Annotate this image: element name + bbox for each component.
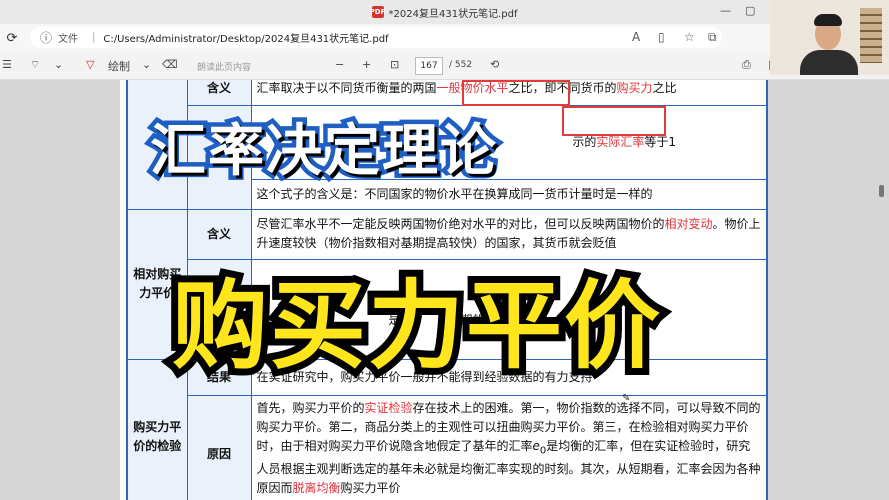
page-number-input[interactable]: 167 bbox=[415, 57, 443, 75]
pen-cursor-icon: ✎ bbox=[622, 393, 631, 404]
eraser-icon[interactable]: ⌫ bbox=[162, 58, 178, 71]
zoom-in-icon[interactable]: + bbox=[362, 58, 371, 71]
window-title: *2024复旦431状元笔记.pdf bbox=[388, 8, 518, 20]
rotate-icon[interactable]: ⟲ bbox=[490, 58, 499, 71]
read-aloud-placeholder: 朗读此页内容 bbox=[197, 63, 252, 73]
content-text: 购买力平价 bbox=[340, 480, 401, 495]
url-field[interactable]: ⓘ 文件 | C:/Users/Administrator/Desktop/20… bbox=[30, 27, 722, 48]
chevron-down-icon[interactable]: ⌄ bbox=[142, 58, 151, 71]
contents-icon[interactable]: ☰ bbox=[2, 58, 12, 71]
window-titlebar: PDF *2024复旦431状元笔记.pdf — ▢ bbox=[0, 0, 889, 24]
page-total: / 552 bbox=[449, 60, 473, 70]
content-text: e bbox=[532, 438, 540, 453]
minimize-icon[interactable]: — bbox=[720, 4, 731, 17]
content-text: 等于1 bbox=[644, 134, 676, 149]
split-screen-icon[interactable]: ▯ bbox=[658, 30, 665, 44]
print-icon[interactable]: ⎙ bbox=[742, 58, 751, 72]
favorite-star-icon[interactable]: ☆ bbox=[684, 30, 695, 44]
collections-icon[interactable]: ⧉ bbox=[708, 30, 717, 45]
bookshelf bbox=[860, 8, 882, 63]
fit-page-icon[interactable]: ⊡ bbox=[390, 58, 399, 71]
annotation-box bbox=[462, 80, 570, 106]
highlight-text: 购买力 bbox=[616, 80, 653, 95]
address-bar: ⟳ ⓘ 文件 | C:/Users/Administrator/Desktop/… bbox=[0, 24, 889, 52]
overlay-title-top: 汇率决定理论 bbox=[146, 115, 501, 189]
refresh-icon[interactable]: ⟳ bbox=[0, 31, 24, 46]
content-cell: 首先，购买力平价的实证检验存在技术上的困难。第一，物价指数的选择不同，可以导致不… bbox=[250, 394, 768, 500]
highlight-icon[interactable]: ⌔ bbox=[30, 58, 40, 72]
sub-header-cell: 含义 bbox=[186, 80, 252, 106]
draw-pen-icon[interactable]: ▽ bbox=[86, 58, 94, 71]
content-text: 之比 bbox=[652, 80, 677, 95]
webcam-overlay bbox=[770, 0, 889, 75]
url-path: C:/Users/Administrator/Desktop/2024复旦431… bbox=[103, 34, 389, 45]
sub-header-cell: 原因 bbox=[186, 394, 252, 500]
info-icon[interactable]: ⓘ bbox=[40, 29, 52, 46]
table-row: 含义 汇率取决于以不同货币衡量的两国一般物价水平之比，即不同货币的购买力之比 bbox=[126, 80, 768, 210]
content-text: 首先，购买力平价的 bbox=[256, 400, 365, 415]
highlight-text: 实际汇率 bbox=[596, 134, 645, 149]
zoom-out-icon[interactable]: − bbox=[335, 58, 344, 71]
highlight-text: 实证检验 bbox=[364, 400, 413, 415]
highlight-text: 相对变动 bbox=[664, 217, 713, 231]
pdf-toolbar: ☰ ⌔ ⌄ ▽ 绘制 ⌄ ⌫ 朗读此页内容 − + ⊡ 167 / 552 ⟲ … bbox=[0, 52, 889, 80]
chevron-down-icon[interactable]: ⌄ bbox=[54, 58, 63, 71]
read-aloud-icon[interactable]: A bbox=[632, 30, 640, 44]
file-label: 文件 bbox=[58, 34, 79, 45]
content-text: 汇率取决于以不同货币衡量的两国 bbox=[256, 80, 437, 95]
overlay-title-main: 购买力平价 bbox=[165, 263, 667, 389]
url-separator: | bbox=[92, 32, 96, 43]
maximize-icon[interactable]: ▢ bbox=[745, 4, 755, 17]
pdf-file-icon: PDF bbox=[369, 6, 386, 18]
content-text: 示的 bbox=[572, 134, 597, 149]
annotation-box bbox=[562, 106, 666, 136]
scrollbar-thumb[interactable] bbox=[879, 185, 884, 197]
draw-label[interactable]: 绘制 bbox=[108, 58, 130, 74]
highlight-text: 脱离均衡 bbox=[292, 480, 341, 495]
table-row: 原因 首先，购买力平价的实证检验存在技术上的困难。第一，物价指数的选择不同，可以… bbox=[127, 394, 768, 500]
presenter-hair bbox=[814, 14, 842, 26]
content-text: 尽管汇率水平不一定能反映两国物价绝对水平的对比，但可以反映两国物价的 bbox=[256, 217, 665, 231]
presenter-body bbox=[800, 50, 858, 75]
